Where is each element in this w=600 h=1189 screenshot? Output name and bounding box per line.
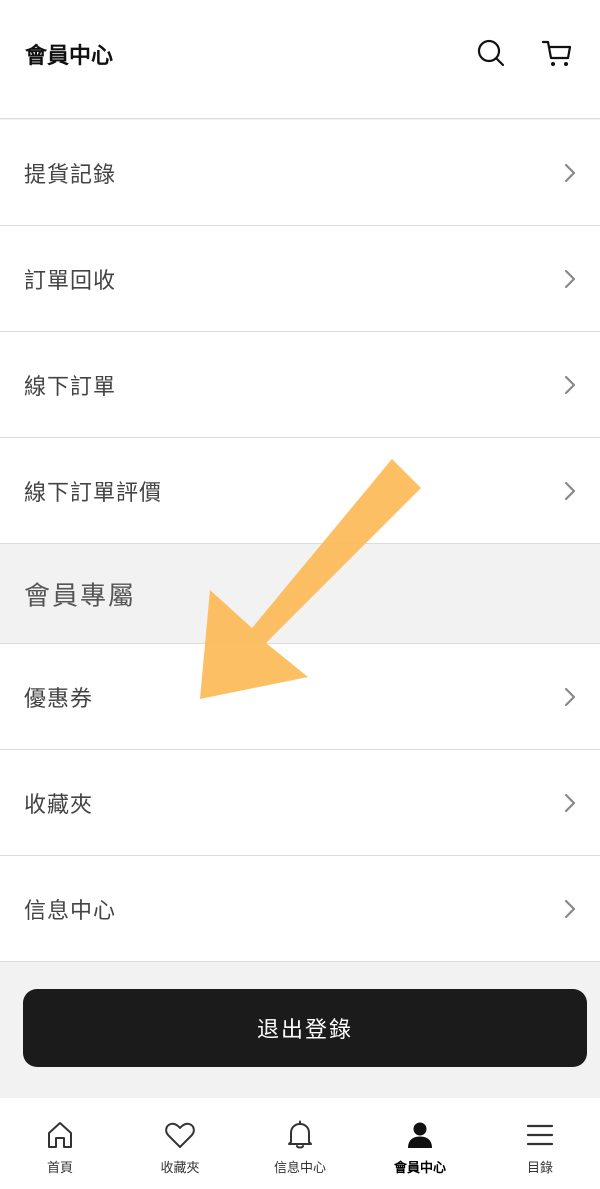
bell-icon bbox=[288, 1120, 312, 1149]
chevron-right-icon bbox=[564, 481, 576, 500]
menu-item-offline-order-review[interactable]: 線下訂單評價 bbox=[0, 438, 600, 544]
tab-message-center[interactable]: 信息中心 bbox=[240, 1098, 360, 1189]
tab-home[interactable]: 首頁 bbox=[0, 1098, 120, 1189]
chevron-right-icon bbox=[564, 687, 576, 706]
tab-catalog[interactable]: 目錄 bbox=[480, 1098, 600, 1189]
menu-icon bbox=[526, 1124, 554, 1146]
tab-label: 首頁 bbox=[46, 1161, 73, 1176]
chevron-right-icon bbox=[564, 163, 576, 182]
bottom-tab-bar: 首頁 收藏夾 信息中心 會員中心 目錄 bbox=[0, 1098, 600, 1189]
tab-favorites[interactable]: 收藏夾 bbox=[120, 1098, 240, 1189]
menu-item-favorites[interactable]: 收藏夾 bbox=[0, 750, 600, 856]
menu-item-order-recycle[interactable]: 訂單回收 bbox=[0, 226, 600, 332]
header-bar: 會員中心 bbox=[0, 0, 600, 119]
menu-item-pickup-records[interactable]: 提貨記錄 bbox=[0, 120, 600, 226]
cart-icon[interactable] bbox=[540, 36, 574, 70]
menu-item-label: 提貨記錄 bbox=[24, 162, 117, 188]
menu-item-label: 優惠券 bbox=[24, 686, 94, 712]
chevron-right-icon bbox=[564, 375, 576, 394]
chevron-right-icon bbox=[564, 899, 576, 918]
menu-item-offline-orders[interactable]: 線下訂單 bbox=[0, 332, 600, 438]
tab-label: 收藏夾 bbox=[160, 1161, 200, 1176]
tab-label: 信息中心 bbox=[273, 1161, 326, 1176]
tab-member-center[interactable]: 會員中心 bbox=[360, 1098, 480, 1189]
chevron-right-icon bbox=[564, 269, 576, 288]
tab-label: 目錄 bbox=[526, 1161, 553, 1176]
menu-item-message-center[interactable]: 信息中心 bbox=[0, 856, 600, 962]
tab-label: 會員中心 bbox=[393, 1161, 446, 1176]
menu-item-coupons[interactable]: 優惠券 bbox=[0, 644, 600, 750]
search-icon[interactable] bbox=[474, 36, 508, 70]
menu-item-label: 信息中心 bbox=[24, 898, 117, 924]
menu-item-label: 線下訂單 bbox=[24, 374, 117, 400]
section-header-member-exclusive: 會員專屬 bbox=[0, 544, 600, 644]
heart-icon bbox=[165, 1122, 195, 1148]
home-icon bbox=[48, 1122, 72, 1148]
user-icon bbox=[408, 1122, 432, 1148]
page-title: 會員中心 bbox=[25, 44, 114, 69]
menu-item-label: 訂單回收 bbox=[24, 268, 117, 294]
section-title: 會員專屬 bbox=[24, 581, 137, 611]
logout-button[interactable]: 退出登錄 bbox=[23, 989, 587, 1067]
menu-item-label: 收藏夾 bbox=[24, 792, 94, 818]
chevron-right-icon bbox=[564, 793, 576, 812]
member-menu-list: 提貨記錄 訂單回收 線下訂單 線下訂單評價 會員專屬 優惠券 收藏夾 信息中心 bbox=[0, 120, 600, 962]
menu-item-label: 線下訂單評價 bbox=[24, 480, 163, 506]
